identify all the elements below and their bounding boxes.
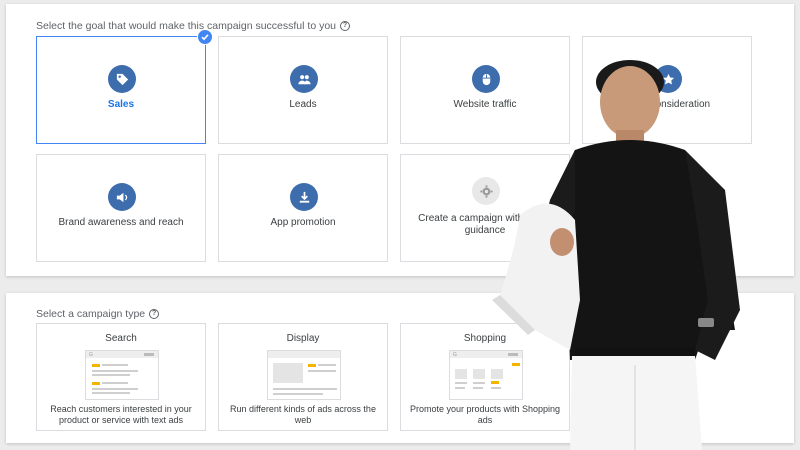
goal-label: Brand awareness and reach xyxy=(58,217,184,228)
type-description: Run different kinds of ads across the we… xyxy=(230,404,376,425)
display-ad-preview-icon xyxy=(267,350,341,400)
type-title: Search xyxy=(105,333,137,344)
type-description: Reach customers interested in your produ… xyxy=(50,404,192,425)
download-icon xyxy=(290,183,318,211)
campaign-type-display[interactable]: Display Run different kinds of ads acros… xyxy=(218,323,388,431)
type-heading-text: Select a campaign type xyxy=(36,308,146,320)
speaker-icon xyxy=(108,183,136,211)
search-ad-preview-icon: G xyxy=(85,350,159,400)
person-photo-overlay xyxy=(492,60,740,450)
goal-tile-sales[interactable]: Sales xyxy=(36,29,213,144)
goal-tile-brand-awareness[interactable]: Brand awareness and reach xyxy=(36,154,206,262)
help-icon[interactable]: ? xyxy=(340,21,350,31)
goal-tile-app-promotion[interactable]: App promotion xyxy=(218,154,388,262)
people-icon xyxy=(290,65,318,93)
goal-label: App promotion xyxy=(270,217,336,228)
goal-label: Leads xyxy=(289,99,317,110)
type-section-heading: Select a campaign type ? xyxy=(36,308,160,320)
campaign-type-search[interactable]: Search G Reach customers interested in y… xyxy=(36,323,206,431)
goal-section-heading: Select the goal that would make this cam… xyxy=(36,20,350,32)
goal-heading-text: Select the goal that would make this cam… xyxy=(36,20,336,32)
checkmark-icon xyxy=(197,29,213,45)
goal-tile-leads[interactable]: Leads xyxy=(218,36,388,144)
goal-label: Sales xyxy=(107,99,135,110)
tag-icon xyxy=(108,65,136,93)
type-title: Display xyxy=(286,333,320,344)
help-icon[interactable]: ? xyxy=(149,309,160,319)
